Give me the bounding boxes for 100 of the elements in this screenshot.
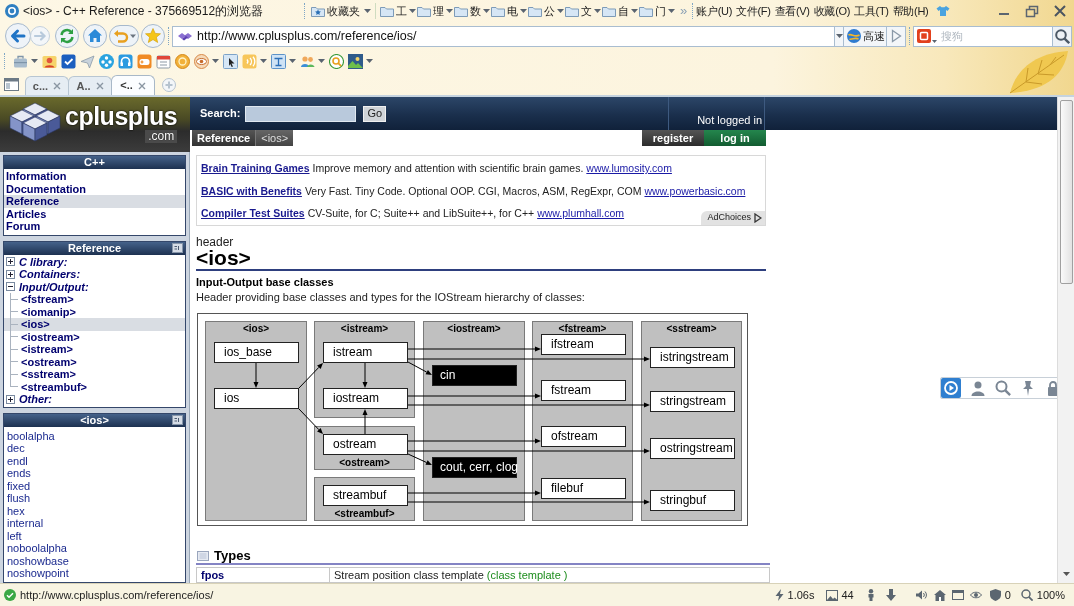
dropdown-button[interactable] (13, 53, 38, 69)
member-link[interactable]: hex (4, 504, 185, 517)
tree-item[interactable]: <fstream> (4, 293, 185, 306)
tree-item[interactable]: <sstream> (4, 368, 185, 381)
close-icon[interactable] (53, 82, 62, 90)
member-link[interactable]: noboolalpha (4, 542, 185, 555)
ad-title-link[interactable]: Compiler Test Suites (201, 206, 305, 223)
search-icon[interactable] (995, 380, 1011, 396)
eye-icon[interactable] (969, 591, 982, 599)
tree-item[interactable]: <streambuf> (4, 380, 185, 393)
ad-url-link[interactable]: www.lumosity.com (586, 161, 672, 178)
person-card-icon[interactable] (42, 53, 57, 69)
check-tile-icon[interactable] (61, 53, 76, 69)
ad-url-link[interactable]: www.plumhall.com (537, 206, 625, 223)
restore-icon[interactable] (1025, 4, 1039, 18)
magnifier-icon[interactable] (329, 53, 344, 69)
tree-category[interactable]: Input/Output: (4, 280, 185, 293)
speaker-icon[interactable] (915, 589, 928, 601)
folder-button[interactable]: 理 (417, 2, 454, 20)
zoom-icon[interactable] (1020, 589, 1033, 601)
member-link[interactable]: flush (4, 492, 185, 505)
tree-item[interactable]: <ios> (4, 318, 185, 331)
nav-link[interactable]: Information (4, 170, 185, 183)
calendar-icon[interactable] (156, 53, 171, 69)
breadcrumb-link[interactable]: Reference (192, 130, 257, 146)
square-tile-icon[interactable] (917, 29, 931, 43)
member-link[interactable]: endl (4, 454, 185, 467)
menu-item[interactable]: 帮助(H) (892, 4, 929, 18)
scrollbar-thumb[interactable] (1059, 100, 1073, 284)
cursor-icon[interactable] (223, 53, 238, 69)
folder-button[interactable]: 公 (528, 2, 565, 20)
plus-box-icon[interactable] (6, 257, 15, 267)
folder-button[interactable]: 工 (380, 2, 417, 20)
menu-item[interactable]: 收藏(O) (813, 4, 851, 18)
go-button[interactable] (887, 25, 906, 47)
member-link[interactable]: internal (4, 517, 185, 530)
tree-category[interactable]: Containers: (4, 268, 185, 281)
address-dropdown-button[interactable] (835, 25, 844, 47)
close-icon[interactable] (137, 81, 146, 90)
folder-button[interactable]: 自 (602, 2, 639, 20)
lock-icon[interactable] (1045, 380, 1057, 396)
folder-button[interactable]: 电 (491, 2, 528, 20)
tree-item[interactable]: <iostream> (4, 330, 185, 343)
tree-item[interactable]: <ostream> (4, 355, 185, 368)
close-icon[interactable] (1053, 4, 1067, 18)
home-icon[interactable] (83, 24, 107, 48)
dropdown-button[interactable] (348, 53, 373, 69)
gamepad-icon[interactable] (137, 53, 152, 69)
dropdown-button[interactable] (242, 53, 267, 69)
refresh-icon[interactable] (55, 24, 79, 48)
film-reel-icon[interactable] (99, 53, 114, 69)
nav-link[interactable]: Forum (4, 220, 185, 233)
speed-button[interactable]: 高速 (844, 25, 887, 47)
t-shirt-icon[interactable] (936, 5, 951, 17)
headphones-icon[interactable] (118, 53, 133, 69)
adchoices-link[interactable]: AdChoices (701, 211, 765, 225)
window-icon[interactable] (4, 78, 19, 91)
nav-link[interactable]: Reference (4, 195, 185, 208)
nav-link[interactable]: Documentation (4, 182, 185, 195)
member-link[interactable]: ends (4, 467, 185, 480)
house-icon[interactable] (933, 589, 946, 601)
down-triangle-icon[interactable] (1062, 572, 1070, 576)
tab[interactable]: A.. (68, 76, 112, 95)
login-button[interactable]: log in (704, 130, 766, 146)
plus-box-icon[interactable] (6, 394, 15, 404)
tab[interactable]: <.. (111, 75, 155, 95)
tree-item[interactable]: <istream> (4, 343, 185, 356)
go-button[interactable]: Go (363, 105, 387, 122)
ad-url-link[interactable]: www.powerbasic.com (644, 183, 746, 200)
tree-category[interactable]: C library: (4, 255, 185, 268)
play-circle-icon[interactable] (941, 378, 961, 398)
search-field[interactable]: 搜狗 (913, 25, 1053, 47)
menu-item[interactable]: 账户(U) (696, 4, 732, 18)
ad-title-link[interactable]: BASIC with Benefits (201, 183, 302, 200)
member-link[interactable]: noshowpoint (4, 567, 185, 580)
nav-link[interactable]: Articles (4, 207, 185, 220)
search-button[interactable] (1053, 25, 1072, 47)
member-link[interactable]: left (4, 529, 185, 542)
breadcrumb-link[interactable]: <ios> (256, 130, 294, 146)
ad-title-link[interactable]: Brain Training Games (201, 161, 310, 178)
address-field[interactable]: http://www.cplusplus.com/reference/ios/ (172, 25, 835, 47)
menu-item[interactable]: 工具(T) (854, 4, 889, 18)
folder-button[interactable]: 文 (565, 2, 602, 20)
window-icon[interactable] (951, 590, 964, 600)
down-arrow-icon[interactable] (885, 589, 896, 601)
close-icon[interactable] (95, 82, 104, 90)
coin-icon[interactable] (175, 53, 190, 69)
search-input[interactable]: 搜狗 (941, 27, 1041, 45)
plus-box-icon[interactable] (6, 269, 15, 279)
member-link[interactable]: boolalpha (4, 429, 185, 442)
member-link[interactable]: dec (4, 442, 185, 455)
search-input[interactable] (245, 105, 357, 122)
member-link[interactable]: fixed (4, 479, 185, 492)
member-link[interactable]: noshowbase (4, 554, 185, 567)
person-icon[interactable] (970, 380, 986, 396)
dropdown-button[interactable] (194, 53, 219, 69)
dropdown-button[interactable] (300, 53, 325, 69)
tree-category[interactable]: Other: (4, 393, 185, 406)
shield-icon[interactable] (989, 589, 1001, 601)
tab[interactable]: c... (25, 76, 69, 95)
